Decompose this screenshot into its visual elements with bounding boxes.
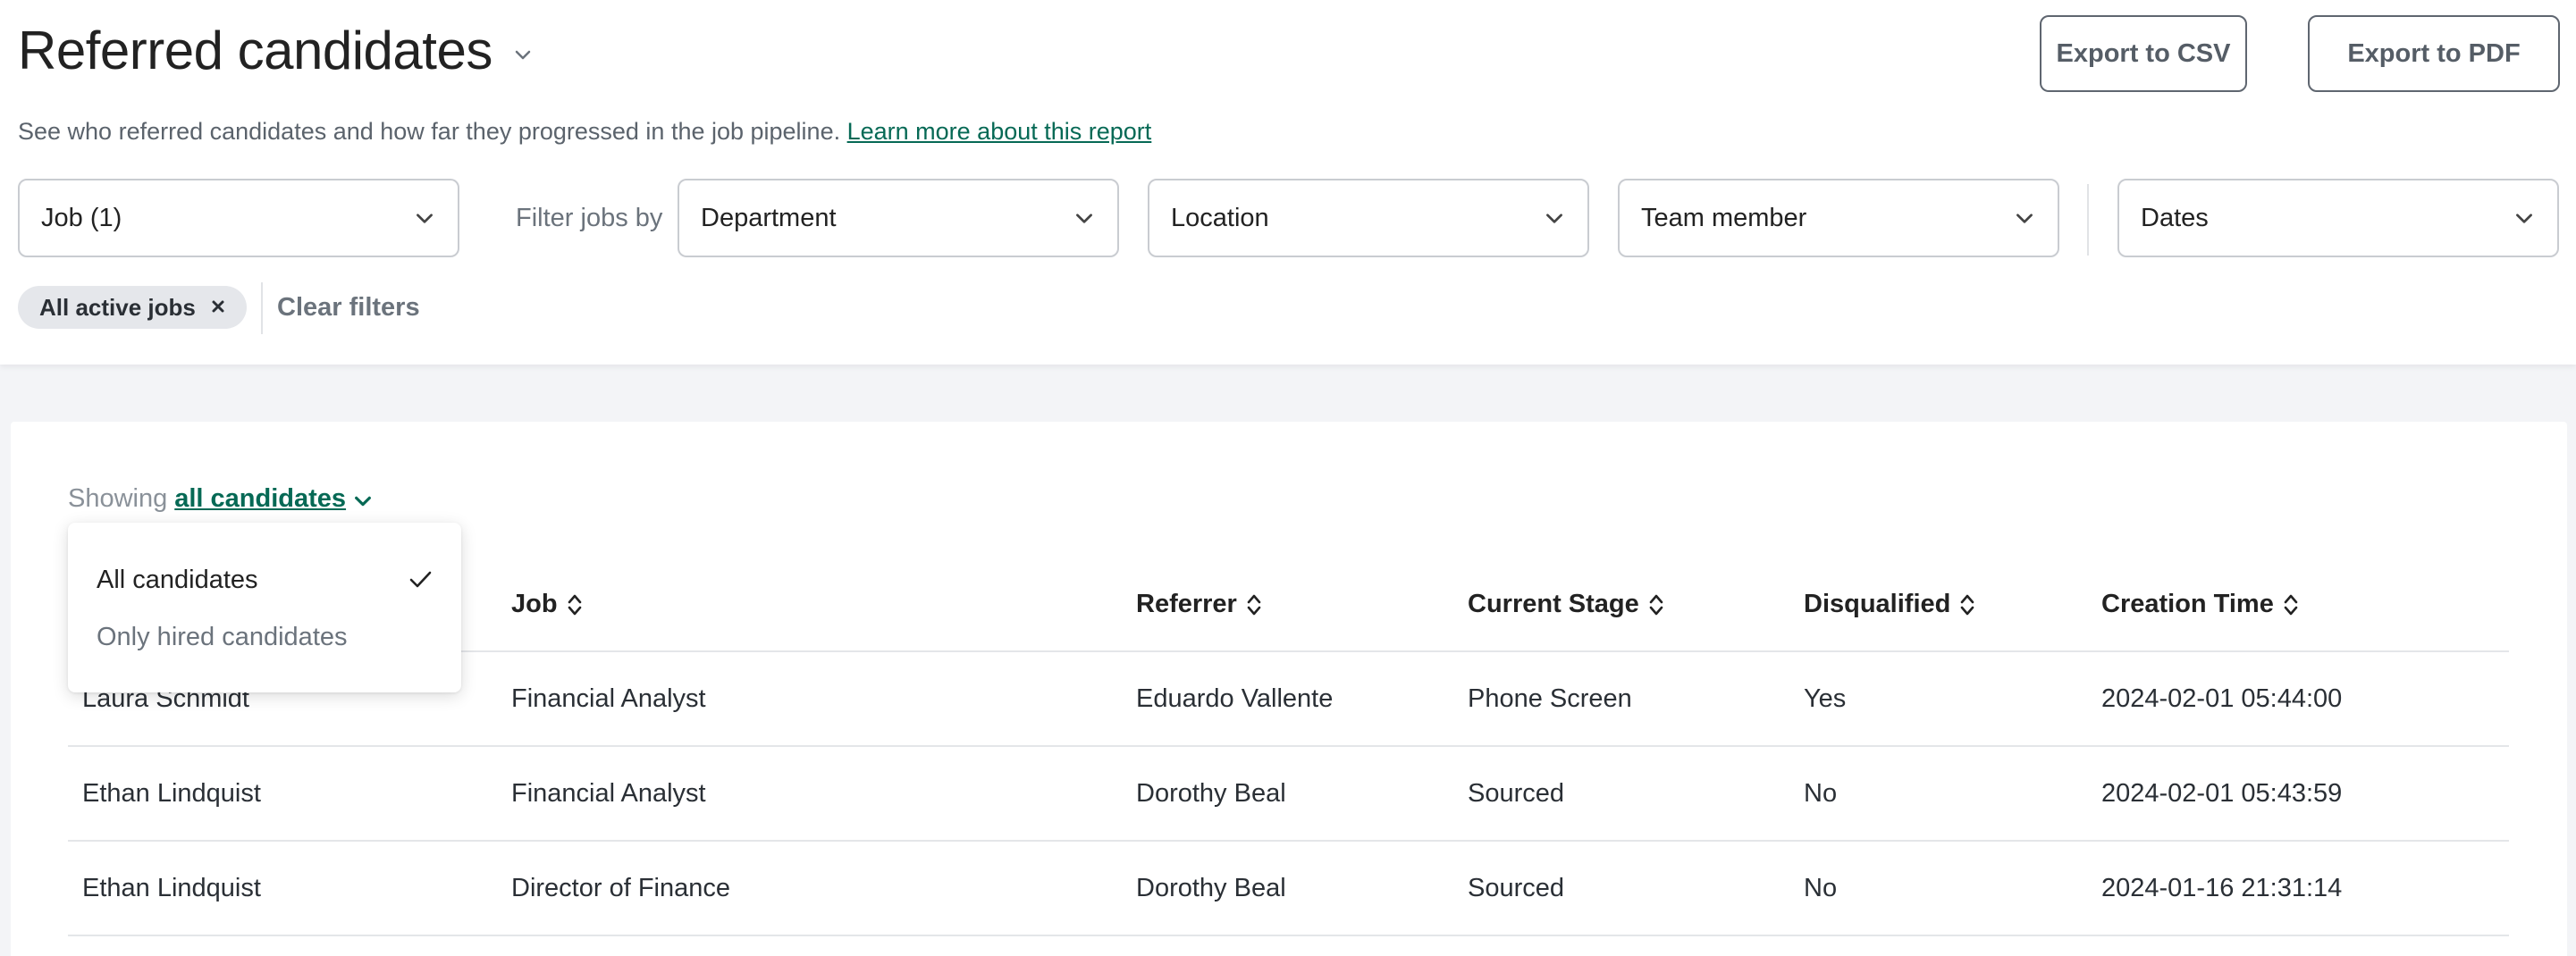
column-header-label: Current Stage — [1468, 590, 1639, 618]
department-select-label: Department — [701, 203, 837, 232]
creation-time-cell: 2024-02-01 05:43:59 — [2101, 779, 2343, 808]
showing-dropdown-toggle[interactable]: all candidates — [174, 484, 346, 514]
column-header-referrer[interactable]: Referrer — [1136, 590, 1262, 619]
job-cell: Financial Analyst — [511, 684, 706, 713]
chevron-down-icon[interactable] — [353, 491, 373, 511]
disqualified-cell: Yes — [1804, 684, 1847, 713]
column-header-label: Disqualified — [1804, 590, 1951, 618]
job-cell: Financial Analyst — [511, 779, 706, 808]
referrer-cell: Dorothy Beal — [1136, 779, 1286, 808]
column-header-job[interactable]: Job — [511, 590, 583, 619]
sort-icon — [1649, 594, 1663, 615]
stage-cell: Sourced — [1468, 874, 1565, 902]
learn-more-link[interactable]: Learn more about this report — [847, 118, 1152, 145]
dropdown-option-only-hired[interactable]: Only hired candidates — [97, 623, 348, 652]
showing-dropdown-menu: All candidates Only hired candidates — [68, 523, 461, 692]
column-header-creation-time[interactable]: Creation Time — [2101, 590, 2299, 619]
sort-icon — [1961, 594, 1974, 615]
active-filter-chip-label: All active jobs — [39, 293, 196, 321]
clear-filters-button[interactable]: Clear filters — [277, 293, 420, 323]
sort-icon — [1247, 594, 1261, 615]
chevron-down-icon — [1546, 214, 1562, 223]
page-title: Referred candidates — [18, 21, 492, 80]
referrer-cell: Dorothy Beal — [1136, 874, 1286, 902]
filter-jobs-by-label: Filter jobs by — [516, 204, 663, 232]
report-header-panel: Referred candidates Export to CSV Export… — [0, 0, 2576, 365]
chevron-down-icon — [1076, 214, 1092, 223]
disqualified-cell: No — [1804, 779, 1838, 808]
sort-icon — [2284, 594, 2298, 615]
checkmark-icon — [409, 571, 432, 588]
table-row[interactable]: Ethan Lindquist Financial Analyst Doroth… — [0, 747, 2576, 840]
sort-icon — [568, 594, 581, 615]
job-select-label: Job (1) — [41, 203, 122, 232]
export-pdf-button[interactable]: Export to PDF — [2308, 15, 2560, 92]
chevron-down-icon — [2516, 214, 2532, 223]
chevron-down-icon[interactable] — [512, 44, 534, 65]
department-select[interactable]: Department — [678, 179, 1119, 257]
export-csv-button[interactable]: Export to CSV — [2040, 15, 2247, 92]
filter-divider — [2087, 184, 2089, 256]
dropdown-option-all-candidates[interactable]: All candidates — [97, 566, 258, 595]
dates-select[interactable]: Dates — [2117, 179, 2559, 257]
report-description: See who referred candidates and how far … — [18, 118, 1151, 146]
chevron-down-icon — [417, 214, 433, 223]
chip-divider — [261, 282, 263, 334]
creation-time-cell: 2024-02-01 05:44:00 — [2101, 684, 2343, 713]
location-select-label: Location — [1171, 203, 1269, 232]
close-icon[interactable] — [209, 298, 227, 315]
job-select[interactable]: Job (1) — [18, 179, 459, 257]
dates-select-label: Dates — [2141, 203, 2209, 232]
stage-cell: Sourced — [1468, 779, 1565, 808]
candidate-name[interactable]: Ethan Lindquist — [82, 874, 261, 903]
report-description-text: See who referred candidates and how far … — [18, 118, 841, 145]
candidate-name[interactable]: Ethan Lindquist — [82, 779, 261, 809]
disqualified-cell: No — [1804, 874, 1838, 902]
active-filter-chip: All active jobs — [18, 286, 247, 329]
table-divider — [68, 935, 2509, 936]
column-header-label: Referrer — [1136, 590, 1237, 618]
page: Referred candidates Export to CSV Export… — [0, 0, 2576, 956]
referrer-cell: Eduardo Vallente — [1136, 684, 1334, 713]
table-row[interactable]: Ethan Lindquist Director of Finance Doro… — [0, 842, 2576, 935]
column-header-current-stage[interactable]: Current Stage — [1468, 590, 1664, 619]
column-header-label: Creation Time — [2101, 590, 2274, 618]
column-header-label: Job — [511, 590, 558, 618]
location-select[interactable]: Location — [1148, 179, 1589, 257]
team-member-select[interactable]: Team member — [1618, 179, 2059, 257]
job-cell: Director of Finance — [511, 874, 730, 902]
creation-time-cell: 2024-01-16 21:31:14 — [2101, 874, 2343, 902]
showing-filter: Showing all candidates — [68, 484, 373, 514]
team-member-select-label: Team member — [1641, 203, 1807, 232]
stage-cell: Phone Screen — [1468, 684, 1632, 713]
chevron-down-icon — [2016, 214, 2033, 223]
column-header-disqualified[interactable]: Disqualified — [1804, 590, 1975, 619]
title-row[interactable]: Referred candidates — [18, 20, 534, 81]
showing-prefix: Showing — [68, 484, 168, 513]
